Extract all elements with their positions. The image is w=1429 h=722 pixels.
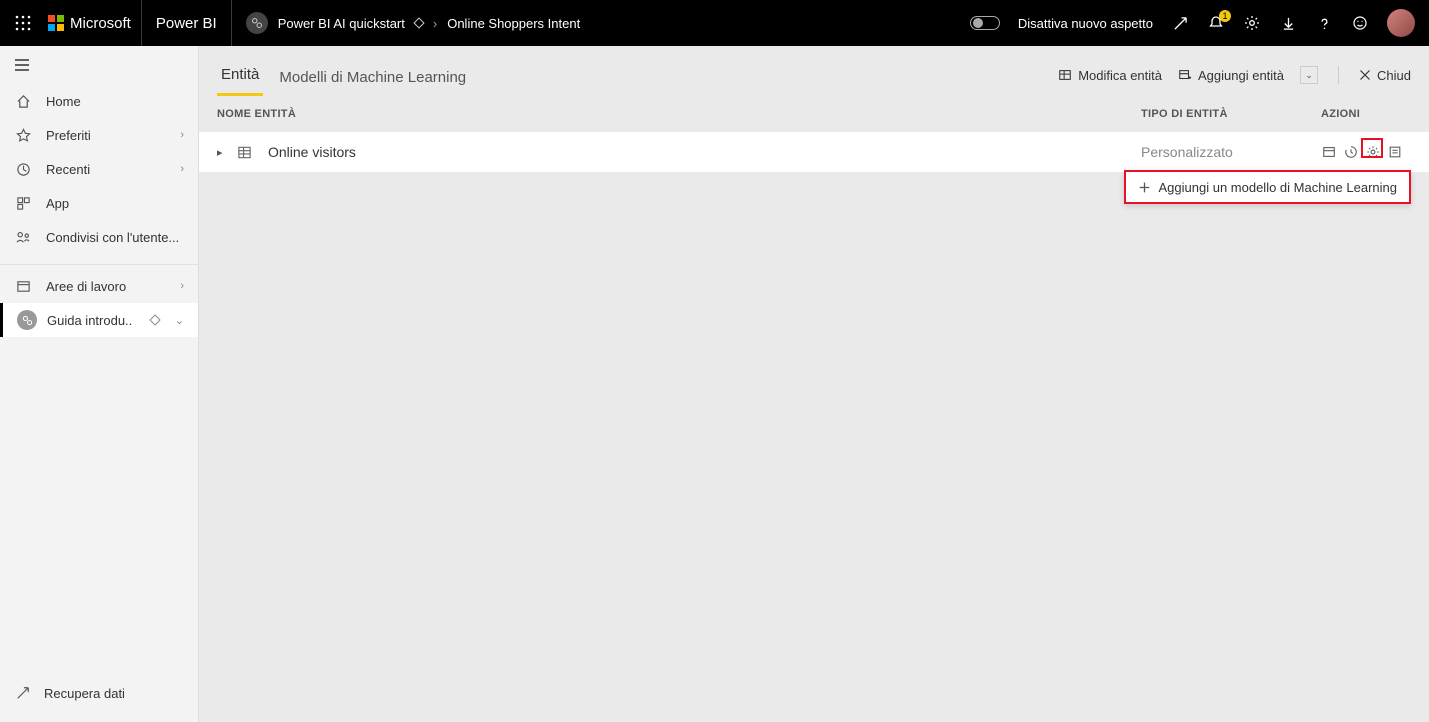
powerbi-brand-label: Power BI xyxy=(156,15,217,32)
notifications-icon[interactable]: 1 xyxy=(1207,14,1225,32)
nav-workspaces-label: Aree di lavoro xyxy=(46,279,126,294)
workspace-current-label: Guida introdu.. xyxy=(47,313,132,328)
get-data-icon xyxy=(14,686,32,700)
tab-ml-models[interactable]: Modelli di Machine Learning xyxy=(275,69,470,96)
tab-ml-label: Modelli di Machine Learning xyxy=(279,69,466,86)
expand-caret-icon[interactable]: ▸ xyxy=(217,146,231,159)
chevron-right-icon: › xyxy=(180,280,184,292)
nav-recent-label: Recenti xyxy=(46,162,90,177)
user-avatar[interactable] xyxy=(1387,9,1415,37)
nav-workspaces[interactable]: Aree di lavoro › xyxy=(0,269,198,303)
toggle-label: Disattiva nuovo aspetto xyxy=(1018,16,1153,31)
sidebar: Home Preferiti › Recenti › App Condivisi… xyxy=(0,46,199,722)
app-launcher-icon[interactable] xyxy=(0,15,46,31)
close-icon xyxy=(1359,69,1371,81)
fullscreen-icon[interactable] xyxy=(1171,14,1189,32)
feedback-smile-icon[interactable] xyxy=(1351,14,1369,32)
popup-label: Aggiungi un modello di Machine Learning xyxy=(1159,180,1398,195)
nav-favorites-label: Preferiti xyxy=(46,128,91,143)
chevron-right-icon: › xyxy=(180,163,184,175)
plus-icon xyxy=(1138,181,1151,194)
get-data-label: Recupera dati xyxy=(44,686,125,701)
nav-recent[interactable]: Recenti › xyxy=(0,152,198,186)
star-icon xyxy=(14,128,32,143)
breadcrumb-workspace[interactable]: Power BI AI quickstart xyxy=(278,16,405,31)
premium-diamond-icon xyxy=(149,314,160,325)
main-area: Entità Modelli di Machine Learning Modif… xyxy=(199,46,1429,722)
microsoft-logo[interactable]: Microsoft xyxy=(46,0,142,46)
entity-table-header: NOME ENTITÀ TIPO DI ENTITÀ AZIONI xyxy=(199,96,1429,132)
breadcrumb-item[interactable]: Online Shoppers Intent xyxy=(447,16,580,31)
entity-name: Online visitors xyxy=(268,144,1141,160)
help-icon[interactable] xyxy=(1315,14,1333,32)
chevron-down-icon: ⌄ xyxy=(175,314,184,327)
chevron-right-icon: › xyxy=(180,129,184,141)
entity-row[interactable]: ▸ Online visitors Personalizzato xyxy=(199,132,1429,172)
tab-entities-label: Entità xyxy=(221,66,259,83)
powerbi-brand[interactable]: Power BI xyxy=(142,0,232,46)
nav-shared[interactable]: Condivisi con l'utente... xyxy=(0,220,198,254)
app-icon xyxy=(14,196,32,211)
nav-app[interactable]: App xyxy=(0,186,198,220)
home-icon xyxy=(14,94,32,109)
workspace-icon xyxy=(17,310,37,330)
settings-gear-icon[interactable] xyxy=(1243,14,1261,32)
header-actions: Modifica entità Aggiungi entità ⌄ Chiud xyxy=(1058,66,1411,96)
premium-diamond-icon xyxy=(413,17,424,28)
main-tabs-header: Entità Modelli di Machine Learning Modif… xyxy=(199,46,1429,96)
tab-entities[interactable]: Entità xyxy=(217,66,263,96)
topbar-right: Disattiva nuovo aspetto 1 xyxy=(970,9,1429,37)
download-icon[interactable] xyxy=(1279,14,1297,32)
body-wrap: Home Preferiti › Recenti › App Condivisi… xyxy=(0,46,1429,722)
breadcrumb: Power BI AI quickstart › Online Shoppers… xyxy=(232,12,581,34)
sidebar-section: Aree di lavoro › Guida introdu.. ⌄ xyxy=(0,264,198,337)
get-data-button[interactable]: Recupera dati xyxy=(0,676,198,710)
microsoft-text: Microsoft xyxy=(70,15,131,32)
action-preview-icon[interactable] xyxy=(1321,144,1337,160)
divider xyxy=(1338,66,1339,84)
new-look-toggle[interactable] xyxy=(970,16,1000,30)
top-bar: Microsoft Power BI Power BI AI quickstar… xyxy=(0,0,1429,46)
highlight-ml-action xyxy=(1361,138,1383,158)
sidebar-toggle[interactable] xyxy=(0,46,198,84)
table-edit-icon xyxy=(1058,68,1072,82)
col-header-type: TIPO DI ENTITÀ xyxy=(1141,108,1321,120)
action-ml-icon[interactable] xyxy=(1343,144,1359,160)
entity-type: Personalizzato xyxy=(1141,144,1321,160)
add-entities-dropdown[interactable]: ⌄ xyxy=(1300,66,1318,84)
close-label: Chiud xyxy=(1377,68,1411,83)
clock-icon xyxy=(14,162,32,177)
table-add-icon xyxy=(1178,68,1192,82)
breadcrumb-separator-icon: › xyxy=(433,16,437,31)
nav-home-label: Home xyxy=(46,94,81,109)
add-ml-model-popup[interactable]: Aggiungi un modello di Machine Learning xyxy=(1124,170,1412,204)
action-properties-icon[interactable] xyxy=(1387,144,1403,160)
table-icon xyxy=(237,145,252,160)
col-header-name: NOME ENTITÀ xyxy=(217,108,1141,120)
nav-shared-label: Condivisi con l'utente... xyxy=(46,230,179,245)
workspaces-icon xyxy=(14,279,32,294)
nav-home[interactable]: Home xyxy=(0,84,198,118)
add-entities-label: Aggiungi entità xyxy=(1198,68,1284,83)
edit-entities-label: Modifica entità xyxy=(1078,68,1162,83)
nav-app-label: App xyxy=(46,196,69,211)
add-entities-button[interactable]: Aggiungi entità xyxy=(1178,68,1284,83)
shared-icon xyxy=(14,230,32,245)
nav-favorites[interactable]: Preferiti › xyxy=(0,118,198,152)
ms-logo-icon xyxy=(48,15,64,31)
edit-entities-button[interactable]: Modifica entità xyxy=(1058,68,1162,83)
close-button[interactable]: Chiud xyxy=(1359,68,1411,83)
col-header-actions: AZIONI xyxy=(1321,108,1411,120)
workspace-avatar-icon xyxy=(246,12,268,34)
workspace-current[interactable]: Guida introdu.. ⌄ xyxy=(0,303,198,337)
notification-badge: 1 xyxy=(1219,10,1231,22)
